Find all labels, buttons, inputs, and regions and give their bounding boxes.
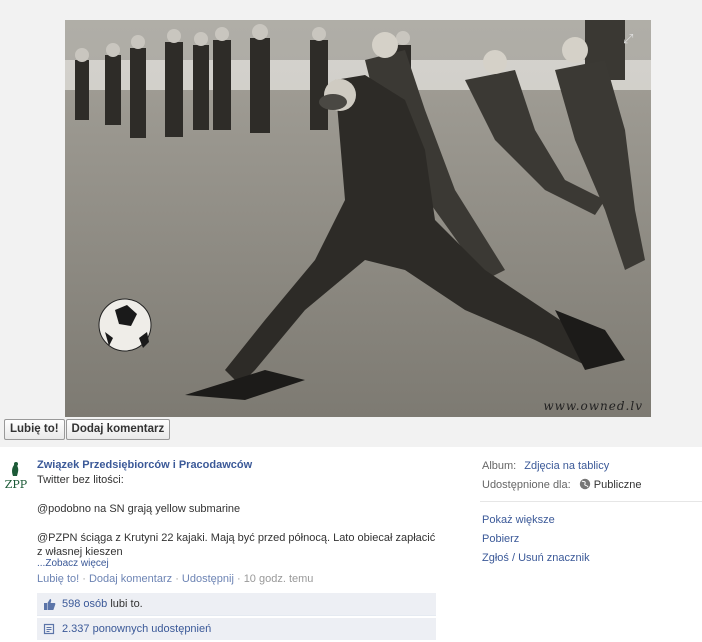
meta-comment-link[interactable]: Dodaj komentarz <box>89 573 172 585</box>
logo-text: ZPP <box>4 478 28 491</box>
meta-separator: · <box>233 573 244 585</box>
post-line-2: @podobno na SN grają yellow submarine <box>37 503 241 515</box>
photo-watermark: www.owned.lv <box>543 399 643 413</box>
globe-icon <box>579 478 590 490</box>
post-line-1: Twitter bez litości: <box>37 474 124 486</box>
post-time: 10 godz. temu <box>243 573 314 585</box>
post-text: Twitter bez litości: @podobno na SN graj… <box>37 473 437 559</box>
sidebar-links: Pokaż większe Pobierz Zgłoś / Usuń znacz… <box>482 513 590 570</box>
privacy-value: Publiczne <box>593 479 642 491</box>
privacy-selector[interactable]: Publiczne <box>579 478 642 497</box>
post-owner[interactable]: Związek Przedsiębiorców i Pracodawców <box>37 459 252 471</box>
bird-icon <box>12 462 19 476</box>
sidebar-divider <box>480 501 702 502</box>
shares-box: 2.337 ponownych udostępnień <box>37 618 436 640</box>
album-link[interactable]: Zdjęcia na tablicy <box>524 459 609 478</box>
photo-stage: ⤢ www.owned.lv <box>0 0 702 447</box>
shared-label: Udostępnione dla: <box>482 479 571 491</box>
photo[interactable]: ⤢ www.owned.lv <box>65 20 651 417</box>
meta-like-link[interactable]: Lubię to! <box>37 573 79 585</box>
photo-actions: Lubię to! Dodaj komentarz <box>4 419 171 440</box>
see-more-link[interactable]: ...Zobacz więcej <box>37 558 109 569</box>
post-line-3: @PZPN ściąga z Krutyni 22 kajaki. Mają b… <box>37 532 436 558</box>
likes-count-link[interactable]: 598 osób <box>62 598 107 610</box>
meta-separator: · <box>79 573 89 585</box>
view-larger-link[interactable]: Pokaż większe <box>482 513 590 532</box>
share-icon <box>43 623 55 634</box>
thumbs-up-icon <box>44 598 56 610</box>
download-link[interactable]: Pobierz <box>482 532 590 551</box>
post-meta: Lubię to! · Dodaj komentarz · Udostępnij… <box>37 573 313 585</box>
report-remove-tag-link[interactable]: Zgłoś / Usuń znacznik <box>482 551 590 570</box>
photo-image <box>65 20 651 417</box>
expand-icon[interactable]: ⤢ <box>623 32 637 46</box>
photo-details: ZPP Związek Przedsiębiorców i Pracodawcó… <box>0 447 702 642</box>
photo-sidebar: Album: Zdjęcia na tablicy Udostępnione d… <box>480 459 702 502</box>
add-comment-button[interactable]: Dodaj komentarz <box>65 419 171 440</box>
page-logo[interactable]: ZPP <box>4 461 28 493</box>
meta-separator: · <box>172 573 182 585</box>
album-label: Album: <box>482 460 517 472</box>
likes-box: 598 osób lubi to. <box>37 593 436 616</box>
like-button[interactable]: Lubię to! <box>4 419 65 440</box>
likes-suffix: lubi to. <box>110 598 143 610</box>
shares-link[interactable]: 2.337 ponownych udostępnień <box>62 622 211 636</box>
meta-share-link[interactable]: Udostępnij <box>182 573 234 585</box>
